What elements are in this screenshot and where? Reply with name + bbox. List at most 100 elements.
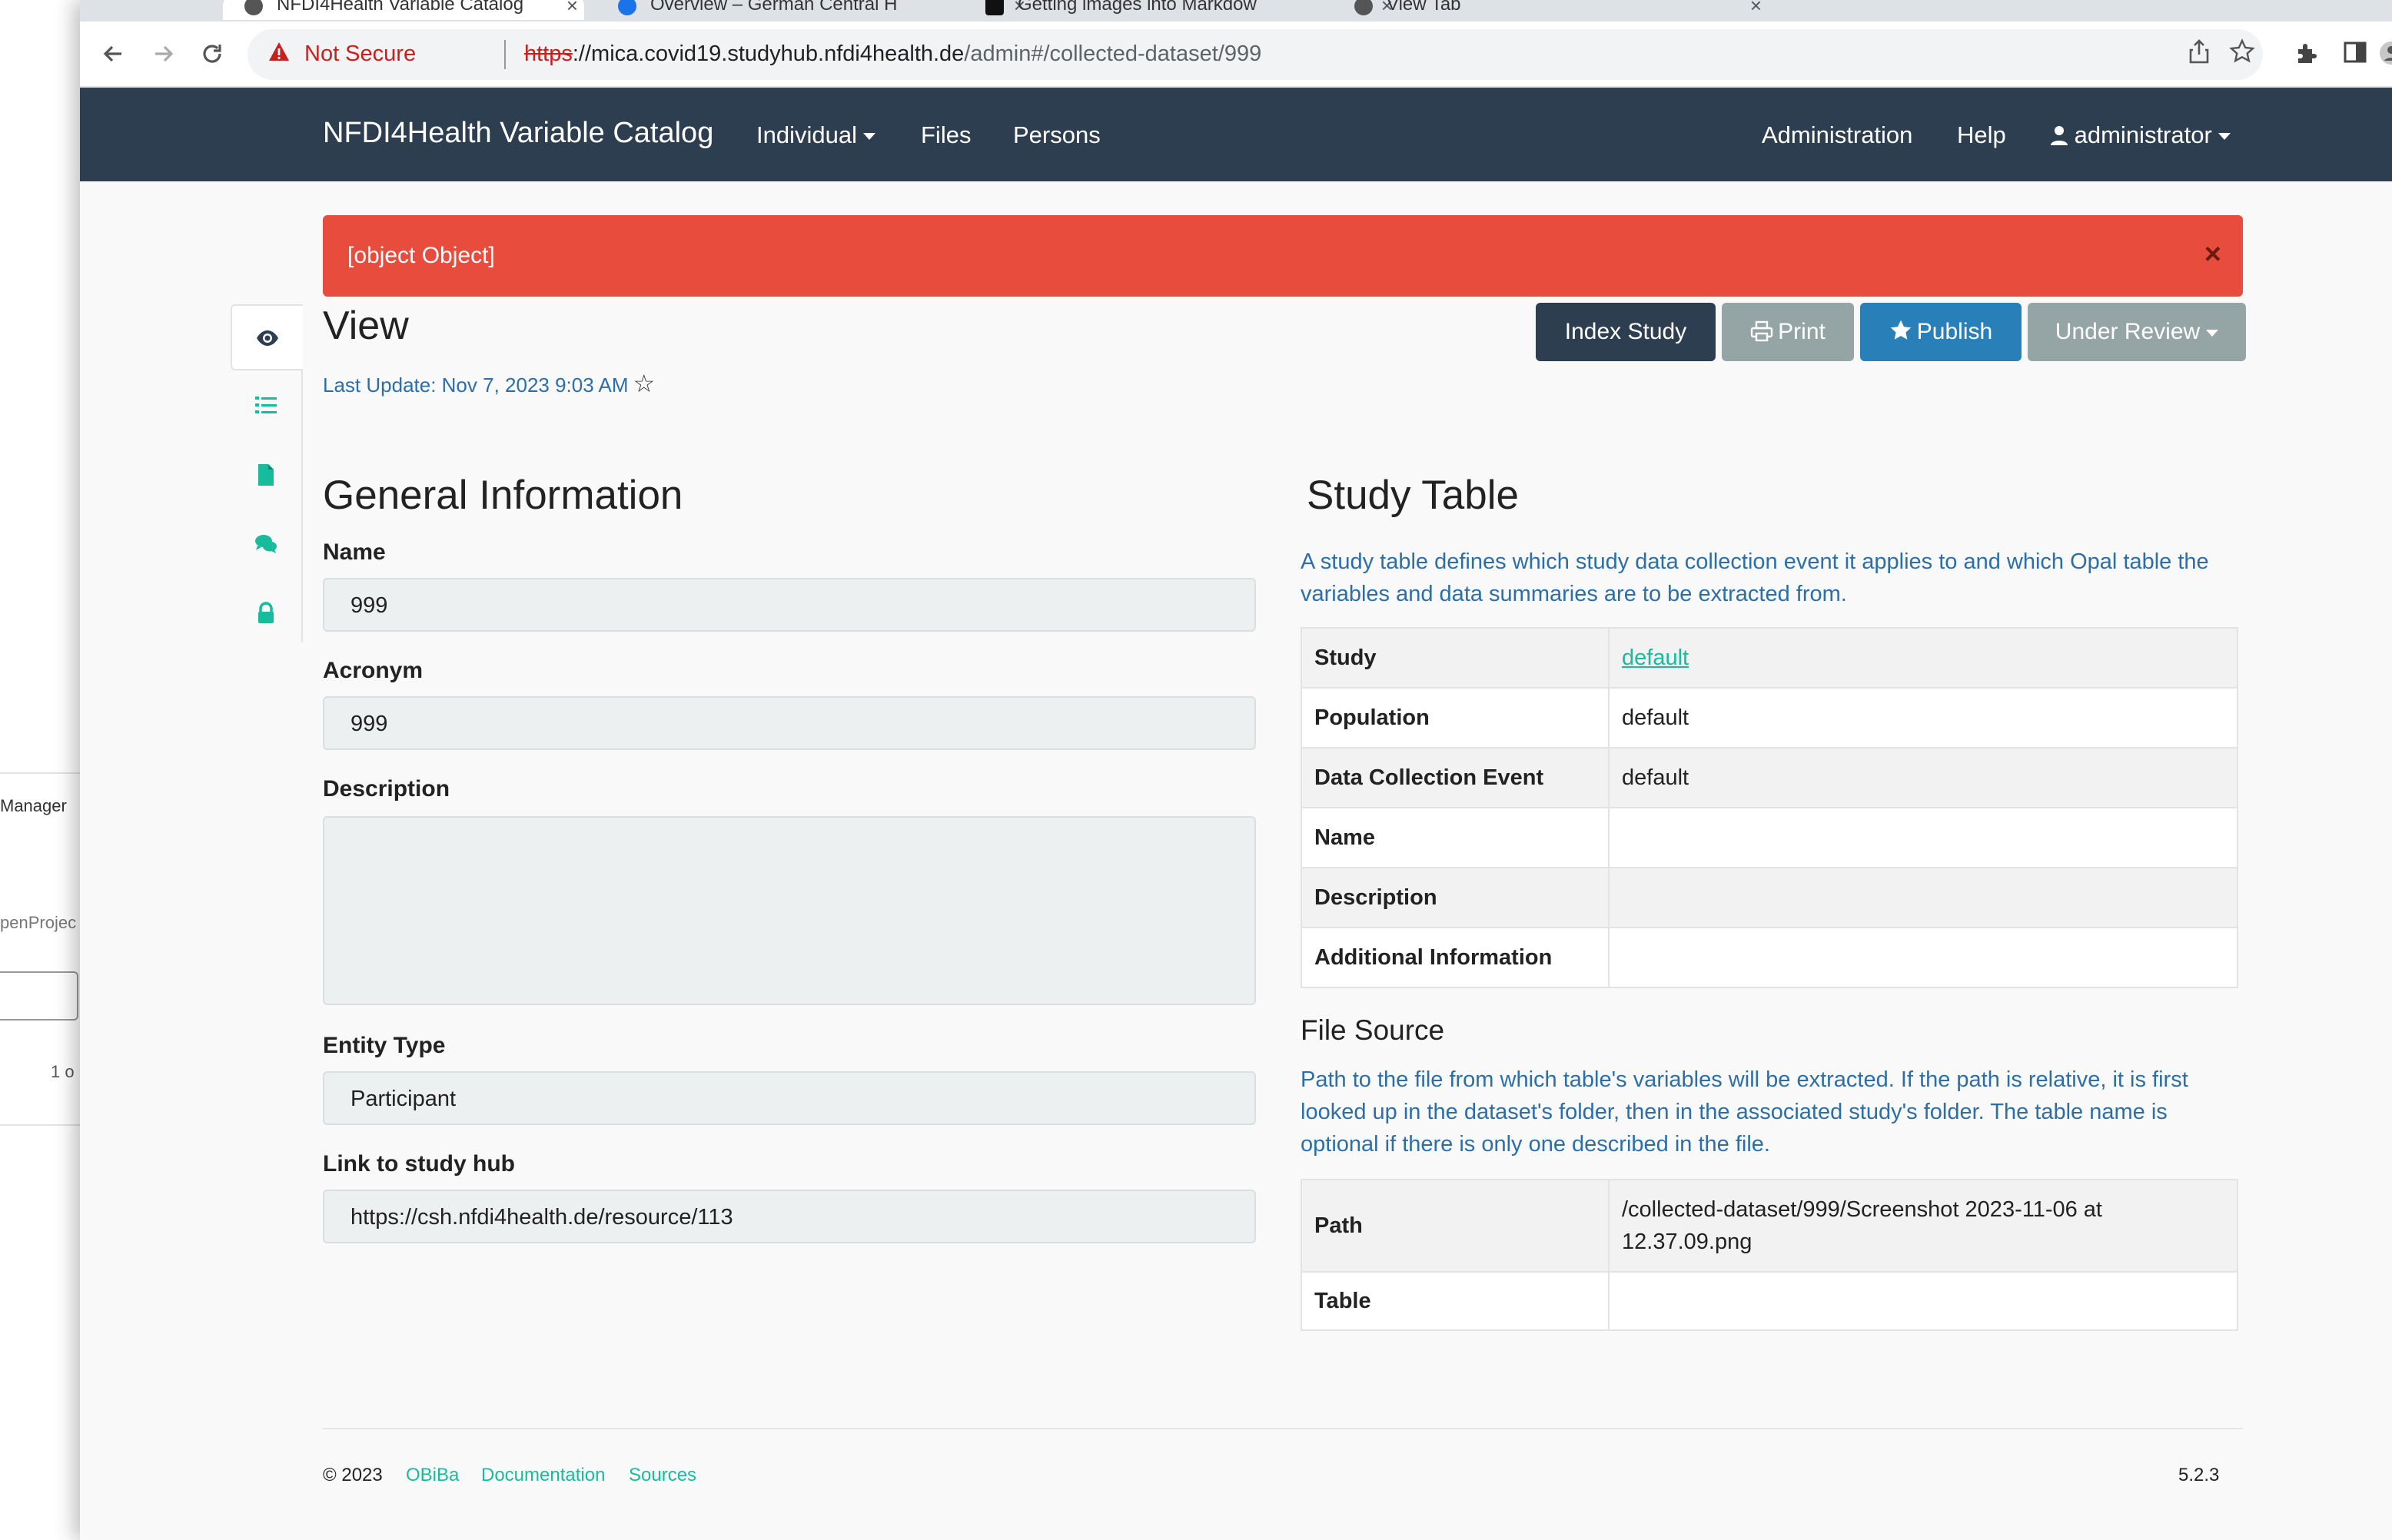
last-update: Last Update: Nov 7, 2023 9:03 AM ☆ bbox=[323, 369, 655, 398]
print-label: Print bbox=[1778, 319, 1826, 344]
lock-icon bbox=[258, 602, 274, 623]
url-path: /admin#/collected-dataset/999 bbox=[964, 41, 1262, 66]
alert-message: [object Object] bbox=[347, 243, 495, 268]
url-scheme: https bbox=[524, 41, 573, 66]
study-hub-link-label: Link to study hub bbox=[323, 1151, 515, 1177]
nav-item-persons[interactable]: Persons bbox=[1013, 121, 1101, 149]
rail-item-file[interactable] bbox=[231, 443, 303, 509]
user-icon bbox=[2051, 126, 2068, 145]
browser-tab-4[interactable]: View Tab × bbox=[1333, 0, 1768, 20]
table-value: /collected-dataset/999/Screenshot 2023-1… bbox=[1608, 1179, 2238, 1273]
print-button[interactable]: Print bbox=[1722, 303, 1854, 361]
forward-arrow-icon[interactable] bbox=[146, 38, 180, 72]
rail-item-permissions[interactable] bbox=[231, 581, 303, 647]
tab-title: View Tab bbox=[1387, 0, 1461, 15]
address-divider bbox=[504, 40, 506, 69]
address-bar[interactable]: Not Secure https://mica.covid19.studyhub… bbox=[248, 29, 2263, 80]
footer-divider bbox=[323, 1428, 2243, 1429]
file-icon bbox=[258, 464, 274, 486]
rail-item-view[interactable] bbox=[231, 304, 303, 370]
study-table: Study default Population default Data Co… bbox=[1301, 627, 2238, 988]
sidebar-icon[interactable] bbox=[2343, 40, 2367, 71]
table-value bbox=[1608, 927, 2238, 988]
file-source-table: Path /collected-dataset/999/Screenshot 2… bbox=[1301, 1179, 2238, 1331]
table-key: Table bbox=[1301, 1271, 1610, 1331]
eye-icon bbox=[257, 330, 278, 346]
entity-type-field[interactable]: Participant bbox=[323, 1071, 1256, 1125]
nav-item-help[interactable]: Help bbox=[1957, 121, 2006, 149]
star-icon[interactable]: ☆ bbox=[633, 370, 655, 397]
user-menu[interactable]: administrator bbox=[2051, 121, 2231, 149]
footer-link-sources[interactable]: Sources bbox=[629, 1465, 696, 1486]
table-key: Name bbox=[1301, 807, 1610, 868]
rail-item-comments[interactable] bbox=[231, 512, 303, 578]
table-value bbox=[1608, 807, 2238, 868]
table-value: default bbox=[1608, 747, 2238, 808]
footer-link-documentation[interactable]: Documentation bbox=[481, 1465, 605, 1486]
extensions-icon[interactable] bbox=[2294, 40, 2320, 73]
study-hub-link-field[interactable]: https://csh.nfdi4health.de/resource/113 bbox=[323, 1190, 1256, 1243]
caret-down-icon bbox=[2206, 329, 2219, 337]
table-value: default bbox=[1608, 627, 2238, 689]
table-key: Population bbox=[1301, 687, 1610, 748]
table-row: Population default bbox=[1301, 687, 2238, 748]
close-icon[interactable]: × bbox=[2204, 238, 2221, 271]
table-key: Additional Information bbox=[1301, 927, 1610, 988]
user-menu-label: administrator bbox=[2074, 121, 2212, 148]
file-source-description: Path to the file from which table's vari… bbox=[1301, 1067, 2188, 1157]
back-arrow-icon[interactable] bbox=[97, 38, 131, 72]
footer-link-obiba[interactable]: OBiBa bbox=[406, 1465, 459, 1486]
globe-icon bbox=[244, 0, 263, 15]
name-field[interactable]: 999 bbox=[323, 578, 1256, 632]
index-study-button[interactable]: Index Study bbox=[1536, 303, 1716, 361]
close-icon[interactable]: × bbox=[1750, 0, 1762, 18]
brand-logo[interactable]: NFDI4Health Variable Catalog bbox=[323, 117, 713, 150]
tab-title: Getting images into Markdow bbox=[1018, 0, 1257, 15]
nav-item-administration[interactable]: Administration bbox=[1762, 121, 1912, 149]
app-navbar: NFDI4Health Variable Catalog Individual … bbox=[80, 88, 2392, 181]
background-label-project: penProjec bbox=[0, 913, 77, 932]
last-update-text: Last Update: Nov 7, 2023 9:03 AM bbox=[323, 373, 629, 397]
comments-icon bbox=[255, 535, 277, 553]
close-icon[interactable]: × bbox=[566, 0, 578, 18]
table-value bbox=[1608, 867, 2238, 928]
security-status[interactable]: Not Secure bbox=[304, 41, 416, 67]
study-link[interactable]: default bbox=[1622, 646, 1689, 670]
table-key: Data Collection Event bbox=[1301, 747, 1610, 808]
nav-item-individual[interactable]: Individual bbox=[756, 121, 875, 149]
error-alert: [object Object] × bbox=[323, 215, 2243, 297]
table-key: Study bbox=[1301, 627, 1610, 689]
browser-tab-1[interactable]: NFDI4Health Variable Catalog × bbox=[223, 0, 584, 20]
list-ol-icon bbox=[255, 397, 277, 413]
url-text[interactable]: https://mica.covid19.studyhub.nfdi4healt… bbox=[524, 41, 1261, 67]
table-value bbox=[1608, 1271, 2238, 1331]
table-row: Table bbox=[1301, 1271, 2238, 1331]
table-key: Description bbox=[1301, 867, 1610, 928]
print-icon bbox=[1750, 320, 1773, 342]
url-host: ://mica.covid19.studyhub.nfdi4health.de bbox=[572, 41, 965, 66]
background-label-page: 1 o bbox=[51, 1062, 75, 1081]
tab-title: Overview – German Central H bbox=[650, 0, 898, 15]
background-label-manager: Manager bbox=[0, 796, 67, 815]
table-row: Data Collection Event default bbox=[1301, 747, 2238, 808]
confluence-icon bbox=[618, 0, 636, 15]
profile-icon[interactable] bbox=[2378, 40, 2392, 73]
acronym-label: Acronym bbox=[323, 658, 424, 683]
table-row: Additional Information bbox=[1301, 927, 2238, 988]
acronym-field[interactable]: 999 bbox=[323, 696, 1256, 750]
background-app: Manager penProjec 1 o bbox=[0, 0, 81, 1540]
publish-button[interactable]: Publish bbox=[1860, 303, 2022, 361]
nav-item-files[interactable]: Files bbox=[921, 121, 971, 149]
share-icon[interactable] bbox=[2188, 38, 2211, 71]
background-input[interactable] bbox=[0, 971, 78, 1021]
rail-item-list[interactable] bbox=[231, 373, 303, 440]
name-label: Name bbox=[323, 539, 386, 565]
bookmark-star-icon[interactable] bbox=[2229, 38, 2255, 71]
reload-icon[interactable] bbox=[195, 38, 229, 72]
entity-type-label: Entity Type bbox=[323, 1033, 446, 1058]
description-label: Description bbox=[323, 776, 450, 802]
description-textarea[interactable] bbox=[323, 816, 1256, 1005]
browser-toolbar: Not Secure https://mica.covid19.studyhub… bbox=[80, 22, 2392, 88]
general-info-heading: General Information bbox=[323, 473, 683, 518]
under-review-dropdown[interactable]: Under Review bbox=[2028, 303, 2246, 361]
